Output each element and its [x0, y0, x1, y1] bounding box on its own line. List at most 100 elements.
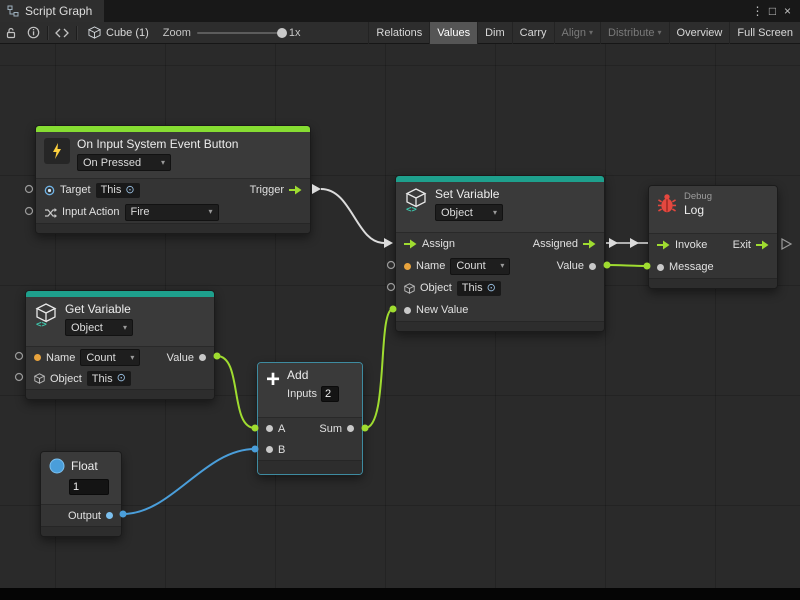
float-type-icon	[49, 458, 65, 474]
invoke-label: Invoke	[675, 239, 707, 251]
node-add[interactable]: + Add Inputs A Sum B	[257, 362, 363, 475]
distribute-button[interactable]: Distribute▾	[600, 22, 668, 44]
toolbar-divider	[47, 26, 48, 40]
object-label: Object	[420, 282, 452, 294]
chevron-down-icon: ▾	[493, 209, 497, 217]
value-port-dot[interactable]	[589, 263, 596, 270]
node-footer	[649, 278, 777, 288]
zoom-slider-handle[interactable]	[277, 28, 287, 38]
toolbar-divider	[76, 26, 77, 40]
window-title: Script Graph	[25, 4, 92, 18]
value-port-dot[interactable]	[199, 354, 206, 361]
zoom-control: Zoom 1x	[157, 27, 307, 39]
target-this-chip[interactable]: This⊙	[96, 183, 140, 198]
close-icon[interactable]: ×	[780, 1, 795, 21]
node-footer	[41, 526, 121, 536]
exit-output-arrow-icon[interactable]	[756, 240, 769, 250]
sum-port-dot[interactable]	[347, 425, 354, 432]
sidebar-toggle-icon[interactable]	[51, 22, 73, 44]
b-port-dot[interactable]	[266, 446, 273, 453]
node-title: Float	[71, 460, 98, 473]
new-value-label: New Value	[416, 304, 468, 316]
object-this-chip[interactable]: This⊙	[457, 281, 501, 296]
variable-cube-icon: <>	[34, 303, 58, 327]
node-get-variable[interactable]: <> Get Variable Object▾ Name Count▾ Valu…	[25, 290, 215, 400]
node-footer	[26, 389, 214, 399]
menu-kebab-icon[interactable]: ⋮	[750, 1, 765, 21]
full-screen-button[interactable]: Full Screen	[729, 22, 800, 44]
graph-toolbar: Cube (1) Zoom 1x Relations Values Dim Ca…	[0, 22, 800, 44]
dim-button[interactable]: Dim	[477, 22, 512, 44]
plus-icon: +	[266, 369, 280, 391]
zoom-value: 1x	[289, 27, 301, 39]
overview-button[interactable]: Overview	[669, 22, 730, 44]
new-value-port-dot[interactable]	[404, 307, 411, 314]
info-icon[interactable]	[22, 22, 44, 44]
node-set-variable[interactable]: <> Set Variable Object▾ Assign Assigned	[395, 175, 605, 332]
align-button[interactable]: Align▾	[554, 22, 600, 44]
bottom-letterbox	[0, 588, 800, 600]
node-debug-log[interactable]: Debug Log Invoke Exit Message	[648, 185, 778, 289]
a-row: A Sum	[258, 418, 362, 439]
float-value-field[interactable]	[69, 479, 109, 495]
chevron-down-icon: ▾	[123, 324, 127, 332]
name-label: Name	[46, 352, 75, 364]
variable-name-dropdown[interactable]: Count▾	[80, 349, 140, 366]
carry-button[interactable]: Carry	[512, 22, 554, 44]
object-row: Object This⊙	[396, 277, 604, 299]
a-port-dot[interactable]	[266, 425, 273, 432]
tab-script-graph[interactable]: Script Graph	[0, 0, 104, 22]
values-button[interactable]: Values	[429, 22, 477, 44]
bug-icon	[657, 192, 677, 214]
node-title: Get Variable	[65, 303, 133, 316]
a-label: A	[278, 423, 285, 435]
output-port-dot[interactable]	[106, 512, 113, 519]
variable-scope-dropdown[interactable]: Object▾	[65, 319, 133, 336]
invoke-input-arrow-icon[interactable]	[657, 240, 670, 250]
chevron-down-icon: ▾	[589, 29, 593, 37]
assigned-output-arrow-icon[interactable]	[583, 239, 596, 249]
object-row: Object This⊙	[26, 368, 214, 389]
zoom-slider[interactable]	[197, 32, 283, 34]
assign-input-arrow-icon[interactable]	[404, 239, 417, 249]
inputs-count-field[interactable]	[321, 386, 339, 402]
node-surtitle: Debug	[684, 192, 712, 202]
input-action-dropdown[interactable]: Fire▾	[125, 204, 219, 221]
lock-icon[interactable]	[0, 22, 22, 44]
assign-label: Assign	[422, 238, 455, 250]
value-label: Value	[557, 260, 584, 272]
cube-icon	[34, 373, 45, 384]
chevron-down-icon: ▾	[658, 29, 662, 37]
script-graph-icon	[7, 5, 19, 17]
node-float[interactable]: Float Output	[40, 451, 122, 537]
maximize-icon[interactable]: □	[765, 1, 780, 21]
message-port-dot[interactable]	[657, 264, 664, 271]
chevron-down-icon: ▾	[208, 208, 212, 216]
variable-name-dropdown[interactable]: Count▾	[450, 258, 510, 275]
svg-text:<>: <>	[36, 320, 47, 327]
chevron-down-icon: ▾	[161, 159, 165, 167]
inputs-label: Inputs	[287, 388, 317, 400]
window-controls: ⋮ □ ×	[750, 1, 800, 21]
object-label: Object	[50, 373, 82, 385]
chevron-down-icon: ▾	[500, 262, 504, 270]
chevron-down-icon: ▾	[130, 354, 134, 362]
b-row: B	[258, 439, 362, 460]
sum-label: Sum	[319, 423, 342, 435]
event-mode-dropdown[interactable]: On Pressed▾	[77, 154, 171, 171]
input-action-label: Input Action	[62, 206, 120, 218]
trigger-output-arrow-icon[interactable]	[289, 185, 302, 195]
relations-button[interactable]: Relations	[368, 22, 429, 44]
name-label: Name	[416, 260, 445, 272]
new-value-row: New Value	[396, 299, 604, 321]
node-on-input-system-event[interactable]: On Input System Event Button On Pressed▾…	[35, 125, 311, 234]
variable-scope-dropdown[interactable]: Object▾	[435, 204, 503, 221]
graph-target-button[interactable]: Cube (1)	[80, 26, 157, 39]
title-bar: Script Graph ⋮ □ ×	[0, 0, 800, 22]
object-this-chip[interactable]: This⊙	[87, 371, 131, 386]
name-port-dot[interactable]	[404, 263, 411, 270]
assign-row: Assign Assigned	[396, 233, 604, 255]
value-label: Value	[167, 352, 194, 364]
cube-icon	[88, 26, 101, 39]
name-port-dot[interactable]	[34, 354, 41, 361]
